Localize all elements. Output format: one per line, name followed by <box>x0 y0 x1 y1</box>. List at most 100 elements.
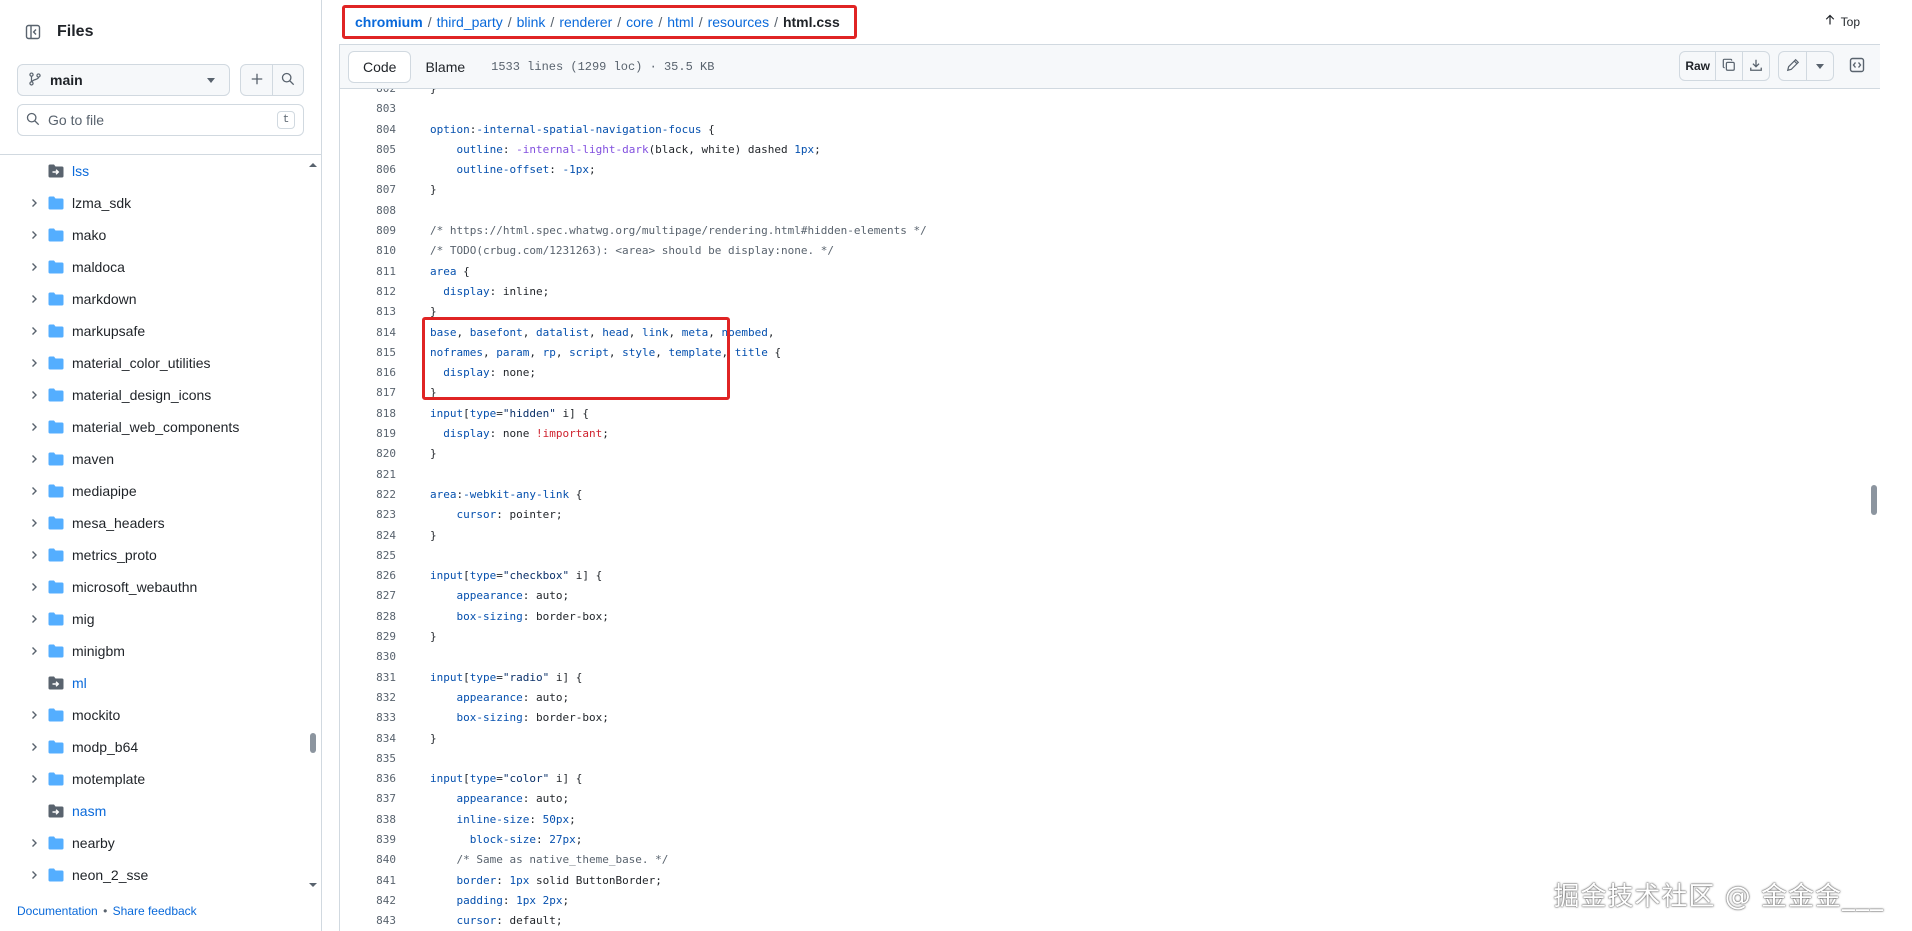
line-number[interactable]: 832 <box>340 688 396 708</box>
line-number[interactable]: 817 <box>340 383 396 403</box>
share-feedback-link[interactable]: Share feedback <box>113 904 197 918</box>
line-number[interactable]: 809 <box>340 221 396 241</box>
tree-item-label: modp_b64 <box>72 739 139 755</box>
line-number[interactable]: 819 <box>340 424 396 444</box>
line-number[interactable]: 822 <box>340 485 396 505</box>
tree-item[interactable]: lss <box>0 155 321 187</box>
line-number[interactable]: 842 <box>340 891 396 911</box>
branch-selector[interactable]: main <box>17 64 230 96</box>
tree-item[interactable]: mockito <box>0 699 321 731</box>
copy-raw-button[interactable] <box>1715 52 1742 80</box>
documentation-link[interactable]: Documentation <box>17 904 98 918</box>
line-number[interactable]: 813 <box>340 302 396 322</box>
line-number[interactable]: 803 <box>340 99 396 119</box>
symbols-panel-button[interactable] <box>1842 51 1872 81</box>
code-scrollbar[interactable] <box>1868 89 1880 931</box>
branch-name: main <box>50 72 83 88</box>
tree-item[interactable]: metrics_proto <box>0 539 321 571</box>
edit-file-button[interactable] <box>1779 52 1806 80</box>
tree-item[interactable]: mediapipe <box>0 475 321 507</box>
tree-item[interactable]: maven <box>0 443 321 475</box>
breadcrumb-link[interactable]: chromium <box>355 14 423 30</box>
tree-item[interactable]: material_design_icons <box>0 379 321 411</box>
line-number[interactable]: 838 <box>340 810 396 830</box>
tree-item[interactable]: markupsafe <box>0 315 321 347</box>
code-text: appearance: auto; <box>456 589 570 603</box>
breadcrumb-link[interactable]: blink <box>517 14 546 30</box>
tree-scroll-down[interactable] <box>309 876 317 888</box>
line-number[interactable]: 810 <box>340 241 396 261</box>
tree-item[interactable]: minigbm <box>0 635 321 667</box>
tree-item[interactable]: markdown <box>0 283 321 315</box>
tree-item[interactable]: maldoca <box>0 251 321 283</box>
tree-item[interactable]: motemplate <box>0 763 321 795</box>
search-code-button[interactable] <box>272 65 303 95</box>
line-number[interactable]: 841 <box>340 871 396 891</box>
back-to-top-button[interactable]: Top <box>1819 14 1860 29</box>
line-number[interactable]: 808 <box>340 201 396 221</box>
line-number[interactable]: 820 <box>340 444 396 464</box>
tree-item[interactable]: nasm <box>0 795 321 827</box>
tree-item[interactable]: modp_b64 <box>0 731 321 763</box>
line-number[interactable]: 805 <box>340 140 396 160</box>
tree-scroll-up[interactable] <box>309 156 317 176</box>
breadcrumb-link[interactable]: renderer <box>559 14 612 30</box>
go-to-file-input[interactable] <box>48 112 277 128</box>
code-scrollbar-thumb[interactable] <box>1871 485 1877 515</box>
line-number[interactable]: 811 <box>340 262 396 282</box>
tree-item[interactable]: material_color_utilities <box>0 347 321 379</box>
tree-item[interactable]: material_web_components <box>0 411 321 443</box>
line-number[interactable]: 818 <box>340 404 396 424</box>
line-number[interactable]: 843 <box>340 911 396 931</box>
line-number[interactable]: 835 <box>340 749 396 769</box>
code-text: input[type="checkbox" i] { <box>430 569 603 583</box>
tree-item[interactable]: microsoft_webauthn <box>0 571 321 603</box>
raw-button[interactable]: Raw <box>1680 52 1715 80</box>
breadcrumb-link[interactable]: resources <box>708 14 769 30</box>
line-number[interactable]: 828 <box>340 607 396 627</box>
line-number[interactable]: 825 <box>340 546 396 566</box>
line-number[interactable]: 802 <box>340 89 396 99</box>
line-number[interactable]: 815 <box>340 343 396 363</box>
line-number[interactable]: 807 <box>340 180 396 200</box>
tree-item[interactable]: neon_2_sse <box>0 859 321 891</box>
tree-item[interactable]: mako <box>0 219 321 251</box>
tab-blame[interactable]: Blame <box>411 51 479 83</box>
line-number[interactable]: 814 <box>340 323 396 343</box>
line-number[interactable]: 837 <box>340 789 396 809</box>
line-number[interactable]: 806 <box>340 160 396 180</box>
tree-item[interactable]: mesa_headers <box>0 507 321 539</box>
code-line: 825 <box>340 546 1880 566</box>
line-number[interactable]: 829 <box>340 627 396 647</box>
line-number[interactable]: 816 <box>340 363 396 383</box>
line-number[interactable]: 804 <box>340 120 396 140</box>
line-number[interactable]: 826 <box>340 566 396 586</box>
line-number[interactable]: 830 <box>340 647 396 667</box>
line-number[interactable]: 827 <box>340 586 396 606</box>
tree-scrollbar-thumb[interactable] <box>309 733 317 757</box>
tree-item-label: maven <box>72 451 115 467</box>
code-text: cursor: default; <box>456 914 563 928</box>
line-number[interactable]: 833 <box>340 708 396 728</box>
tab-code[interactable]: Code <box>348 50 412 83</box>
line-number[interactable]: 824 <box>340 526 396 546</box>
breadcrumb-link[interactable]: third_party <box>437 14 503 30</box>
sidebar-collapse-icon[interactable] <box>21 20 45 44</box>
tree-item[interactable]: mig <box>0 603 321 635</box>
line-number[interactable]: 831 <box>340 668 396 688</box>
line-number[interactable]: 821 <box>340 465 396 485</box>
line-number[interactable]: 836 <box>340 769 396 789</box>
line-number[interactable]: 812 <box>340 282 396 302</box>
download-button[interactable] <box>1742 52 1769 80</box>
line-number[interactable]: 823 <box>340 505 396 525</box>
edit-options-button[interactable] <box>1806 52 1833 80</box>
line-number[interactable]: 834 <box>340 729 396 749</box>
breadcrumb-link[interactable]: core <box>626 14 653 30</box>
tree-item[interactable]: ml <box>0 667 321 699</box>
line-number[interactable]: 840 <box>340 850 396 870</box>
breadcrumb-link[interactable]: html <box>667 14 693 30</box>
tree-item[interactable]: nearby <box>0 827 321 859</box>
line-number[interactable]: 839 <box>340 830 396 850</box>
tree-item[interactable]: lzma_sdk <box>0 187 321 219</box>
add-file-button[interactable] <box>241 65 272 95</box>
